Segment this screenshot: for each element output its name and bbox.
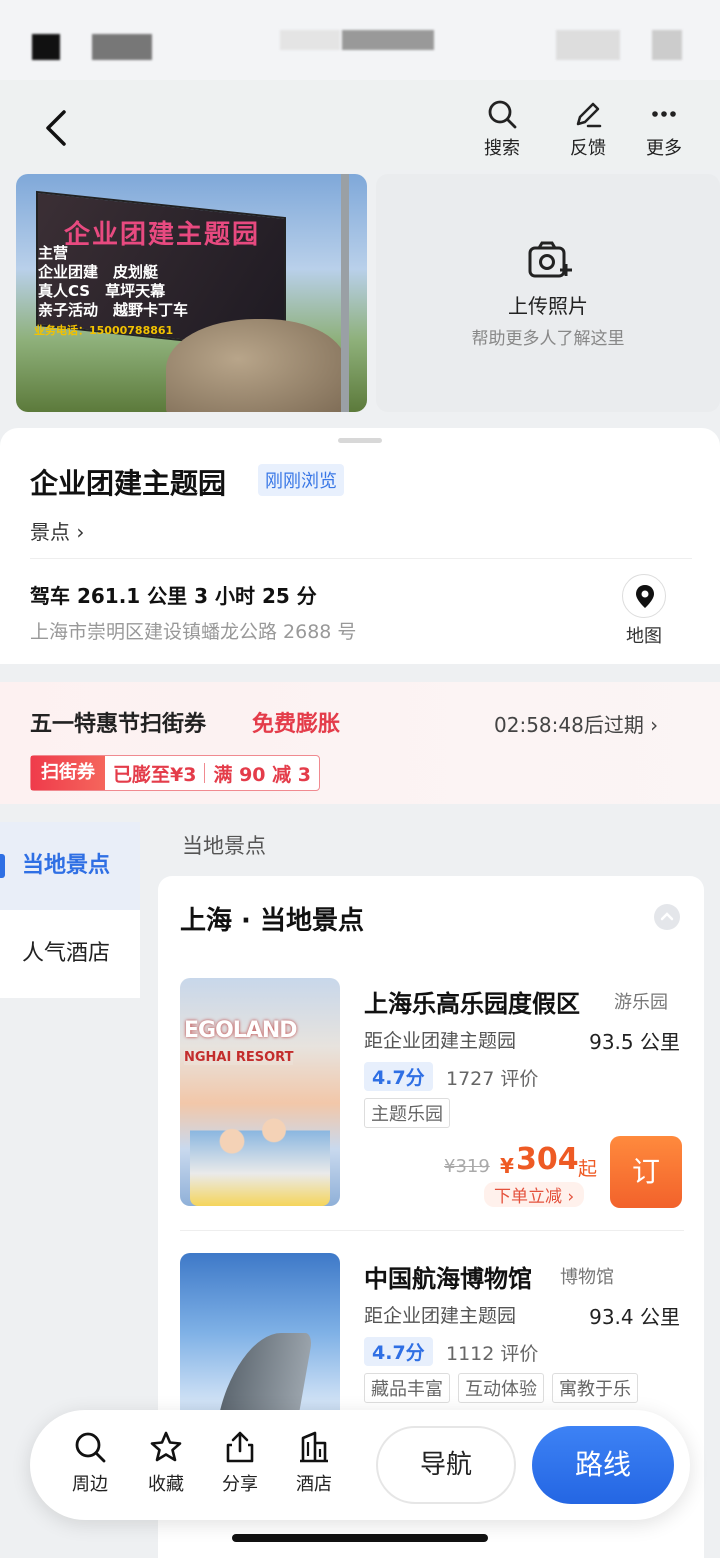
tag: 寓教于乐 [552,1373,638,1403]
rating-score: 4.7分 [364,1337,433,1366]
sign-line: 真人CS 草坪天幕 [38,282,166,300]
star-icon [150,1431,182,1462]
order-button[interactable]: 订 [610,1136,682,1208]
sidebar-item-popular-hotels[interactable]: 人气酒店 [0,910,140,998]
attraction-thumbnail: EGOLAND NGHAI RESORT [180,978,340,1206]
chevron-up-icon [660,912,674,921]
distance-value: 93.5 公里 [589,1030,680,1054]
poi-photo[interactable]: 企业团建主题园 主营 企业团建 皮划艇 真人CS 草坪天幕 亲子活动 越野卡丁车… [16,174,367,412]
sign-line: 主营 [38,244,69,262]
coupon-rule: 满 90 减 3 [213,763,311,786]
review-count: 1112 评价 [446,1343,539,1365]
nearby-button[interactable]: 周边 [60,1430,120,1496]
nearby-label: 周边 [72,1474,108,1495]
promo-highlight: 免费膨胀 [252,712,341,737]
favorite-label: 收藏 [148,1474,184,1495]
poi-title: 企业团建主题园 [30,467,227,500]
currency-symbol: ¥ [500,1154,514,1178]
collapse-button[interactable] [654,904,680,930]
sign-phone: 业务电话：15000788861 [34,324,174,337]
feedback-button[interactable]: 反馈 [558,98,618,160]
section-label: 当地景点 [182,834,266,858]
bottom-action-bar: 周边 收藏 分享 酒店 导航 路线 [30,1410,690,1520]
back-button[interactable] [40,108,80,148]
attraction-name: 上海乐高乐园度假区 [364,990,580,1018]
tag: 藏品丰富 [364,1373,450,1403]
price-suffix: 起 [578,1158,598,1180]
pole [341,174,349,412]
navigate-button[interactable]: 导航 [376,1426,516,1504]
search-icon [75,1432,106,1463]
share-icon [226,1431,254,1463]
drive-info: 驾车 261.1 公里 3 小时 25 分 [30,584,317,608]
tag-row: 主题乐园 [364,1098,450,1128]
more-dots-icon [652,111,676,117]
promo-title: 五一特惠节扫街券 [30,712,207,737]
route-button[interactable]: 路线 [532,1426,674,1504]
edit-icon [576,102,602,128]
home-indicator [232,1534,488,1542]
divider [30,558,692,559]
upload-photo-card[interactable]: 上传照片 帮助更多人了解这里 [376,174,720,412]
recently-viewed-badge: 刚刚浏览 [258,464,344,496]
upload-subtitle: 帮助更多人了解这里 [471,329,625,349]
more-label: 更多 [646,138,682,159]
more-button[interactable]: 更多 [634,98,694,160]
search-button[interactable]: 搜索 [472,98,532,160]
camera-plus-icon [528,241,572,278]
poi-info-sheet: 企业团建主题园 刚刚浏览 景点 › 驾车 261.1 公里 3 小时 25 分 … [0,428,720,664]
feedback-label: 反馈 [570,138,606,159]
attraction-name: 中国航海博物馆 [364,1265,532,1293]
search-label: 搜索 [484,138,520,159]
discount-link[interactable]: 下单立减 › [484,1182,585,1207]
thumbnail-people [190,1098,330,1206]
address: 上海市崇明区建设镇蟠龙公路 2688 号 [30,621,357,643]
map-label[interactable]: 地图 [618,622,670,648]
coupon-tag: 扫街券 [31,756,105,790]
favorite-button[interactable]: 收藏 [136,1430,196,1496]
coupon[interactable]: 扫街券 已膨至¥3 满 90 减 3 [30,755,320,791]
thumbnail-subtext: NGHAI RESORT [184,1050,294,1065]
category-sidebar: 当地景点 人气酒店 [0,822,140,998]
sign-line: 亲子活动 越野卡丁车 [38,301,189,319]
sidebar-item-local-attractions[interactable]: 当地景点 [0,822,140,910]
divider [180,1230,684,1231]
review-count: 1727 评价 [446,1068,539,1090]
price: 304 [516,1142,579,1177]
drag-handle[interactable] [338,438,382,443]
card-title: 上海 · 当地景点 [180,906,364,936]
top-navigation: 搜索 反馈 更多 [0,80,720,170]
share-button[interactable]: 分享 [210,1430,270,1496]
hotel-button[interactable]: 酒店 [284,1430,344,1496]
sign-lines: 主营 企业团建 皮划艇 真人CS 草坪天幕 亲子活动 越野卡丁车 [38,244,188,320]
poi-category-link[interactable]: 景点 › [30,516,84,545]
map-button[interactable] [622,574,666,618]
upload-title: 上传照片 [508,294,588,318]
promo-banner[interactable]: 五一特惠节扫街券 免费膨胀 02:58:48后过期 › 扫街券 已膨至¥3 满 … [0,682,720,804]
original-price: ¥319 [444,1156,490,1177]
thumbnail-text: EGOLAND [184,1018,298,1043]
list-item[interactable]: EGOLAND NGHAI RESORT 上海乐高乐园度假区 游乐园 距企业团建… [180,978,684,1208]
tag-row: 藏品丰富 互动体验 寓教于乐 [364,1373,638,1403]
building-icon [300,1431,328,1463]
share-label: 分享 [222,1474,258,1495]
rating-score: 4.7分 [364,1062,433,1091]
coupon-amount: 已膨至¥3 [113,763,197,786]
tag: 主题乐园 [364,1098,450,1128]
status-bar [0,0,720,80]
location-pin-icon [636,585,654,608]
promo-countdown[interactable]: 02:58:48后过期 › [494,709,658,738]
chevron-left-icon [46,110,66,146]
attraction-category: 游乐园 [614,992,668,1013]
distance-label: 距企业团建主题园 [364,1305,517,1327]
search-icon [488,100,517,129]
tag: 互动体验 [458,1373,544,1403]
rock [166,319,346,412]
distance-label: 距企业团建主题园 [364,1030,517,1052]
sign-line: 企业团建 皮划艇 [38,263,159,281]
distance-value: 93.4 公里 [589,1305,680,1329]
attraction-category: 博物馆 [560,1267,614,1288]
hotel-label: 酒店 [296,1474,332,1495]
